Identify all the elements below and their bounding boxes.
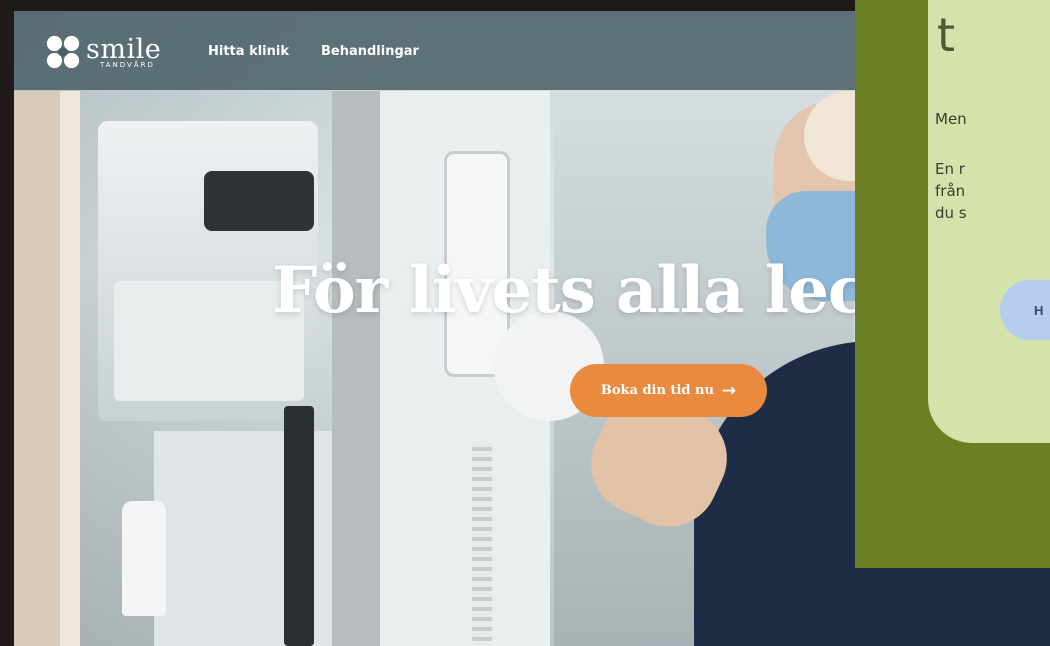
logo-subtitle: TANDVÅRD bbox=[100, 60, 155, 69]
wall-column bbox=[14, 91, 60, 646]
door-frame bbox=[332, 91, 380, 646]
equipment-pole bbox=[284, 406, 314, 646]
equipment-arm bbox=[204, 171, 314, 231]
overlay-text-line: Men bbox=[935, 110, 967, 128]
overlay-heading: t bbox=[937, 8, 956, 62]
logo-text: smile TANDVÅRD bbox=[86, 36, 161, 69]
bottle bbox=[122, 501, 166, 616]
nav-hitta-klinik[interactable]: Hitta klinik bbox=[208, 44, 289, 59]
tooth-logo-icon bbox=[46, 35, 80, 69]
overlay-text-line: från bbox=[935, 182, 966, 200]
wall-column-light bbox=[60, 91, 80, 646]
overlay-text-line: du s bbox=[935, 204, 967, 222]
overlay-text-line: En r bbox=[935, 160, 965, 178]
overlay-paragraph: En r från du s bbox=[935, 158, 967, 224]
book-appointment-label: Boka din tid nu bbox=[600, 383, 714, 398]
logo-word: smile bbox=[86, 33, 162, 65]
hero-title: För livets alla lec bbox=[272, 253, 867, 328]
arrow-right-icon: → bbox=[721, 380, 737, 401]
main-nav: Hitta klinik Behandlingar bbox=[208, 44, 451, 59]
phone-cord bbox=[472, 441, 492, 646]
smile-logo-link[interactable]: smile TANDVÅRD bbox=[44, 33, 161, 71]
nav-behandlingar[interactable]: Behandlingar bbox=[321, 44, 419, 59]
book-appointment-button[interactable]: Boka din tid nu → bbox=[570, 364, 767, 417]
